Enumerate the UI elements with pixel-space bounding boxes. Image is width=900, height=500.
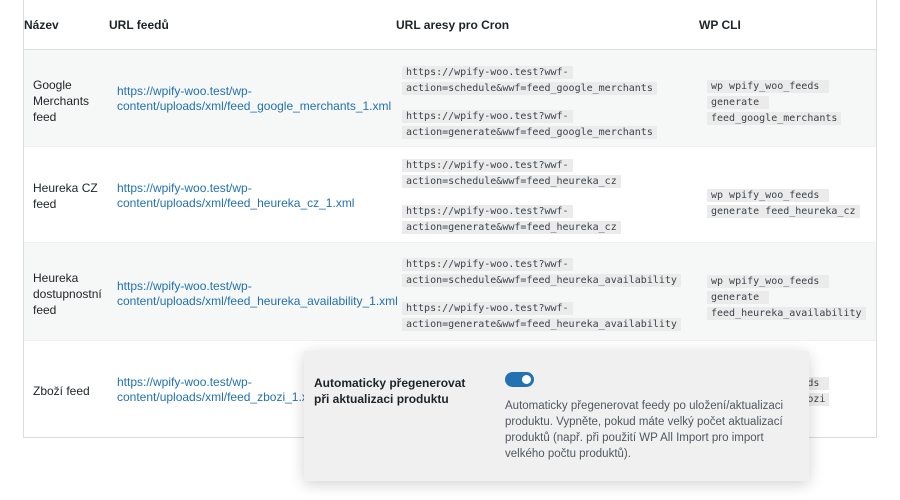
header-wp-cli: WP CLI [699,18,741,32]
cron-schedule-url: https://wpify-woo.test?wwf-action=schedu… [402,66,657,95]
cron-generate-url: https://wpify-woo.test?wwf-action=genera… [402,302,681,331]
cron-generate-url: https://wpify-woo.test?wwf-action=genera… [402,205,621,234]
header-feed-url: URL feedů [109,18,169,32]
setting-description: Automaticky přegenerovat feedy po uložen… [505,400,784,460]
auto-regenerate-toggle[interactable] [505,372,534,387]
wp-cli-command: wp wpify_woo_feeds generate feed_heureka… [707,187,872,219]
wp-cli-command: wp wpify_woo_feeds generate feed_heureka… [707,273,872,321]
auto-regenerate-setting-panel: Automaticky přegenerovat při aktualizaci… [304,351,809,481]
header-name: Název [24,18,59,32]
toggle-knob [522,375,531,384]
header-cron-url: URL aresy pro Cron [396,18,510,32]
feed-url-link[interactable]: https://wpify-woo.test/wp-content/upload… [117,181,397,211]
setting-label: Automaticky přegenerovat při aktualizaci… [314,376,466,406]
table-row: Heureka dostupnostní feed https://wpify-… [24,243,876,341]
feed-url-link[interactable]: https://wpify-woo.test/wp-content/upload… [117,84,397,114]
table-header: Název URL feedů URL aresy pro Cron WP CL… [24,0,876,50]
cron-schedule-url: https://wpify-woo.test?wwf-action=schedu… [402,258,681,287]
feed-name: Heureka dostupnostní feed [33,271,102,317]
feed-url-link[interactable]: https://wpify-woo.test/wp-content/upload… [117,279,398,309]
cron-schedule-url: https://wpify-woo.test?wwf-action=schedu… [402,159,621,188]
feed-name: Google Merchants feed [33,78,90,124]
cron-generate-url: https://wpify-woo.test?wwf-action=genera… [402,110,657,139]
table-row: Heureka CZ feed https://wpify-woo.test/w… [24,147,876,243]
feed-name: Zboží feed [33,384,90,398]
table-row: Google Merchants feed https://wpify-woo.… [24,50,876,147]
wp-cli-command: wp wpify_woo_feeds generate feed_google_… [707,78,872,126]
feed-name: Heureka CZ feed [33,181,98,211]
